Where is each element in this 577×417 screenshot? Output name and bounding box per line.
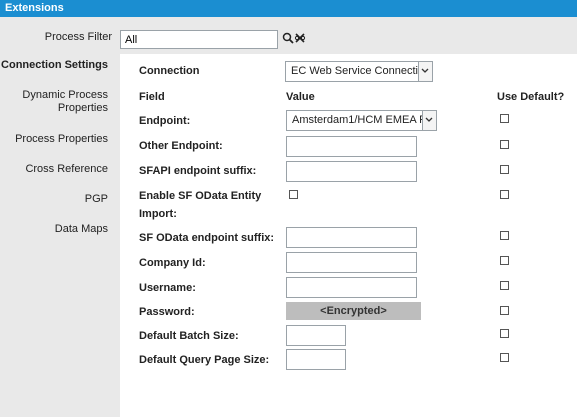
odata-suffix-input[interactable] [286, 227, 417, 248]
password-encrypted-button[interactable]: <Encrypted> [286, 302, 421, 320]
sidebar-item-process-properties[interactable]: Process Properties [0, 133, 108, 146]
endpoint-use-default-checkbox[interactable] [500, 114, 509, 123]
query-page-size-label: Default Query Page Size: [139, 354, 270, 366]
username-use-default-checkbox[interactable] [500, 281, 509, 290]
connection-settings-panel: Connection EC Web Service Connection Fie… [120, 54, 577, 417]
batch-size-label: Default Batch Size: [139, 330, 239, 342]
chevron-down-icon [418, 62, 432, 81]
other-endpoint-use-default-checkbox[interactable] [500, 140, 509, 149]
batch-size-input[interactable] [286, 325, 346, 346]
sfapi-suffix-use-default-checkbox[interactable] [500, 165, 509, 174]
company-id-label: Company Id: [139, 257, 206, 269]
sidebar-item-dynamic-process-properties[interactable]: Dynamic Process Properties [0, 89, 108, 115]
enable-odata-use-default-checkbox[interactable] [500, 190, 509, 199]
username-label: Username: [139, 282, 196, 294]
sfapi-suffix-input[interactable] [286, 161, 417, 182]
clear-filter-icon[interactable] [294, 32, 306, 44]
search-icon[interactable] [282, 32, 294, 44]
window-title: Extensions [0, 0, 577, 17]
endpoint-select[interactable]: Amsterdam1/HCM EMEA Pro [286, 110, 437, 131]
password-use-default-checkbox[interactable] [500, 306, 509, 315]
sidebar-item-data-maps[interactable]: Data Maps [0, 223, 108, 236]
sidebar-item-cross-reference[interactable]: Cross Reference [0, 163, 108, 176]
endpoint-label: Endpoint: [139, 115, 191, 127]
enable-odata-checkbox[interactable] [289, 190, 298, 199]
query-page-size-use-default-checkbox[interactable] [500, 353, 509, 362]
chevron-down-icon [422, 111, 436, 130]
other-endpoint-label: Other Endpoint: [139, 140, 223, 152]
connection-label: Connection [139, 65, 200, 77]
odata-suffix-label: SF OData endpoint suffix: [139, 232, 275, 244]
odata-suffix-use-default-checkbox[interactable] [500, 231, 509, 240]
company-id-use-default-checkbox[interactable] [500, 256, 509, 265]
use-default-column-header: Use Default? [497, 91, 565, 103]
other-endpoint-input[interactable] [286, 136, 417, 157]
process-filter-label: Process Filter [44, 31, 112, 43]
password-label: Password: [139, 306, 195, 318]
batch-size-use-default-checkbox[interactable] [500, 329, 509, 338]
process-filter-input[interactable] [120, 30, 278, 49]
field-column-header: Field [139, 91, 165, 103]
sidebar-item-pgp[interactable]: PGP [0, 193, 108, 206]
connection-select[interactable]: EC Web Service Connection [285, 61, 433, 82]
sfapi-suffix-label: SFAPI endpoint suffix: [139, 165, 257, 177]
query-page-size-input[interactable] [286, 349, 346, 370]
endpoint-select-value: Amsterdam1/HCM EMEA Pro [292, 114, 437, 126]
sidebar-item-connection-settings[interactable]: Connection Settings [0, 59, 108, 72]
value-column-header: Value [286, 91, 315, 103]
enable-odata-label-line2: Import: [139, 208, 177, 220]
company-id-input[interactable] [286, 252, 417, 273]
username-input[interactable] [286, 277, 417, 298]
connection-select-value: EC Web Service Connection [291, 65, 431, 77]
enable-odata-label-line1: Enable SF OData Entity [139, 190, 262, 202]
